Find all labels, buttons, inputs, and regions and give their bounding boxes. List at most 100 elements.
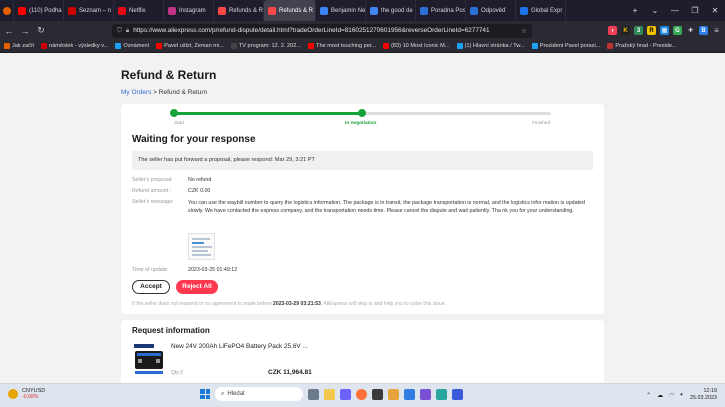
browser-tab[interactable]: Seznam – n: [64, 0, 114, 21]
tab-favicon-icon: [320, 6, 328, 15]
app-teal-icon[interactable]: [436, 388, 447, 400]
chat-icon[interactable]: [340, 388, 351, 400]
chevron-up-icon[interactable]: ⌃: [646, 392, 651, 399]
taskbar-search[interactable]: ⌕ Hledat: [215, 387, 303, 401]
browser-tab[interactable]: Benjamin Ne: [316, 0, 366, 21]
tab-favicon-icon: [420, 6, 428, 15]
tab-label: Instagram: [179, 7, 206, 14]
app-purple-icon[interactable]: [420, 388, 431, 400]
bookmark-favicon-icon: [4, 43, 10, 49]
breadcrumb-my-orders-link[interactable]: My Orders: [121, 89, 151, 96]
volume-icon[interactable]: 🔈︎: [680, 392, 684, 399]
refund-amount-label: Refund amount :: [132, 188, 172, 194]
back-icon[interactable]: ←: [4, 26, 14, 36]
browser-tab[interactable]: Refunds & R: [214, 0, 264, 21]
bookmark-item[interactable]: The most touching per...: [308, 43, 376, 49]
app-blue-icon[interactable]: [404, 388, 415, 400]
product-name[interactable]: New 24V 200Ah LiFePO4 Battery Pack 25.6V…: [171, 343, 308, 350]
tab-label: Refunds & R: [229, 7, 264, 14]
close-window-button[interactable]: ✕: [705, 6, 725, 15]
bookmark-item[interactable]: náměstek - výsledky v...: [41, 43, 108, 49]
extension-b-icon[interactable]: B: [699, 26, 708, 35]
extension-r-icon[interactable]: R: [647, 26, 656, 35]
url-bar[interactable]: ⛉ 🔒︎ https://www.aliexpress.com/p/refund…: [112, 23, 532, 38]
browser-tab[interactable]: Instagram: [164, 0, 214, 21]
breadcrumb: My Orders > Refund & Return: [121, 89, 207, 96]
tab-label: Benjamin Ne: [331, 7, 366, 14]
clock[interactable]: 12:19 25.03.2023: [690, 388, 717, 402]
reject-all-button[interactable]: Reject All: [176, 280, 218, 294]
lock-icon[interactable]: 🔒︎: [126, 27, 129, 35]
bookmark-favicon-icon: [531, 43, 538, 49]
browser-tab[interactable]: the good de: [366, 0, 416, 21]
bookmark-label: The most touching per...: [316, 43, 377, 49]
bookmark-item[interactable]: TV program: 12. 2. 202...: [230, 43, 302, 49]
bookmark-item[interactable]: Pavel ušlzt, Zeman mi...: [156, 43, 224, 49]
reload-icon[interactable]: ↻: [36, 25, 46, 36]
maximize-button[interactable]: ❐: [685, 6, 705, 15]
clock-date: 25.03.2023: [690, 395, 717, 401]
cloud-icon[interactable]: ☁: [657, 392, 663, 399]
firefox-icon[interactable]: [356, 388, 367, 400]
browser-tab[interactable]: Poradna Pos: [416, 0, 466, 21]
bookmark-item[interactable]: Jak začít: [4, 43, 34, 49]
bookmark-label: TV program: 12. 2. 202...: [238, 43, 302, 49]
url-text[interactable]: https://www.aliexpress.com/p/refund-disp…: [133, 27, 517, 34]
wifi-icon[interactable]: ◠: [669, 392, 674, 399]
stock-widget[interactable]: CNYUSD -0,68%: [8, 388, 45, 400]
bookmark-favicon-icon: [115, 43, 122, 49]
pocket-icon[interactable]: ◗: [608, 26, 617, 35]
windows-taskbar: CNYUSD -0,68% ⌕ Hledat ⌃ ☁ ◠ 🔈︎ 12:19 25…: [0, 383, 725, 407]
tab-favicon-icon: [268, 6, 276, 15]
firefox-menu-icon[interactable]: [0, 0, 14, 21]
accept-button[interactable]: Accept: [132, 280, 170, 294]
bookmark-star-icon[interactable]: ☆: [521, 27, 527, 35]
browser-tab[interactable]: (110) Podha: [14, 0, 64, 21]
tab-label: Global Expr: [531, 7, 563, 14]
windows-start-icon[interactable]: [200, 389, 210, 399]
bookmark-item[interactable]: (83) 10 Most Iconic M...: [383, 43, 450, 49]
proposal-label: Seller's proposal:: [132, 177, 173, 183]
app-orange-icon[interactable]: [388, 388, 399, 400]
menu-icon[interactable]: ≡: [712, 26, 721, 35]
shield-icon[interactable]: ⛉: [117, 27, 122, 35]
attachment-thumbnail[interactable]: [188, 233, 215, 260]
extension-green-icon[interactable]: 3: [634, 26, 643, 35]
bookmark-item[interactable]: Pražský hrad - Preside...: [607, 43, 677, 49]
page-title: Refund & Return: [121, 68, 217, 82]
app-navy-icon[interactable]: [452, 388, 463, 400]
bookmark-label: Pavel ušlzt, Zeman mi...: [164, 43, 224, 49]
browser-tab[interactable]: Global Expr: [516, 0, 566, 21]
widgets-icon[interactable]: [308, 388, 319, 400]
file-explorer-icon[interactable]: [324, 388, 335, 400]
bookmark-item[interactable]: Oznámení: [115, 43, 149, 49]
browser-tab[interactable]: Netflix: [114, 0, 164, 21]
bookmark-favicon-icon: [308, 43, 315, 49]
bookmark-item[interactable]: (1) Hlavní stránka / Tw...: [456, 43, 525, 49]
battery-product-image[interactable]: [132, 342, 166, 376]
tab-favicon-icon: [520, 6, 528, 15]
progress-fill: [174, 112, 363, 115]
browser-nav-bar: ← → ↻ ⛉ 🔒︎ https://www.aliexpress.com/p/…: [0, 21, 725, 40]
sun-icon: [8, 389, 18, 399]
extension-grid-icon[interactable]: ▦: [660, 26, 669, 35]
taskbar-search-label: Hledat: [227, 391, 245, 397]
bookmark-item[interactable]: Prezident Pavel porazi...: [531, 43, 600, 49]
browser-tab[interactable]: Refunds & R✕: [264, 0, 316, 21]
minimize-button[interactable]: —: [665, 6, 685, 15]
browser-tab[interactable]: Odpověď: [466, 0, 516, 21]
footnote-date: 2023-03-29 03:21:53: [273, 301, 321, 307]
extension-puzzle-icon[interactable]: ✚: [686, 26, 695, 35]
new-tab-button[interactable]: +: [625, 6, 645, 15]
request-info-card: Request information New 24V 200Ah LiFePO…: [121, 320, 604, 383]
update-time-label: Time of update:: [132, 267, 169, 273]
footnote-before: If the seller does not respond or no agr…: [132, 301, 272, 307]
bookmark-label: Pražský hrad - Preside...: [615, 43, 677, 49]
extension-k-icon[interactable]: K: [621, 26, 630, 35]
tab-favicon-icon: [218, 6, 226, 15]
breadcrumb-current: Refund & Return: [158, 89, 208, 96]
extension-g-icon[interactable]: G: [673, 26, 682, 35]
app-dark-icon[interactable]: [372, 388, 383, 400]
list-tabs-icon[interactable]: ⌄: [645, 6, 665, 15]
forward-icon[interactable]: →: [20, 26, 30, 36]
